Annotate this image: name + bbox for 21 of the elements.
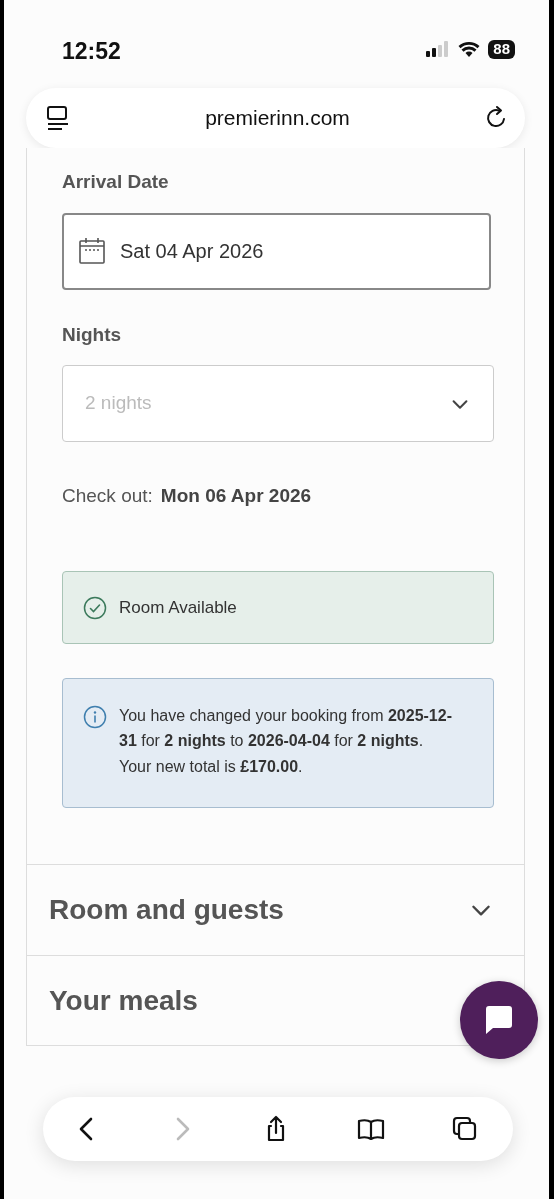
- field-label: Arrival Date: [62, 170, 170, 194]
- chat-button[interactable]: [460, 981, 538, 1059]
- alert-text: You have changed your booking from 2025-12-31 for 2 nights to 2026-04-04 for 2 nights. Your new total is £170.00.: [119, 705, 453, 777]
- tabs-icon[interactable]: [451, 1115, 479, 1143]
- address-bar[interactable]: premierinn.com: [26, 88, 525, 148]
- check-out-label: Check out:: [62, 484, 153, 508]
- section-title[interactable]: Room and guests: [49, 889, 284, 932]
- section-title[interactable]: Your meals: [49, 979, 198, 1022]
- wifi-icon: [458, 41, 481, 58]
- battery-level: 88: [488, 40, 515, 59]
- signal-icon: [426, 41, 451, 58]
- field-label: Nights: [62, 322, 123, 347]
- url-text: premierinn.com: [205, 105, 350, 132]
- calendar-icon: [78, 237, 106, 265]
- check-out-date: Mon 06 Apr 2026: [160, 484, 312, 508]
- date-field[interactable]: Sat 04 Apr 2026: [62, 212, 491, 290]
- info-icon: [83, 704, 107, 729]
- check-circle-icon: [83, 595, 107, 620]
- alert-text: Room Available: [119, 596, 237, 619]
- status-time: 12:52: [62, 40, 121, 63]
- page-menu-icon[interactable]: [46, 105, 70, 131]
